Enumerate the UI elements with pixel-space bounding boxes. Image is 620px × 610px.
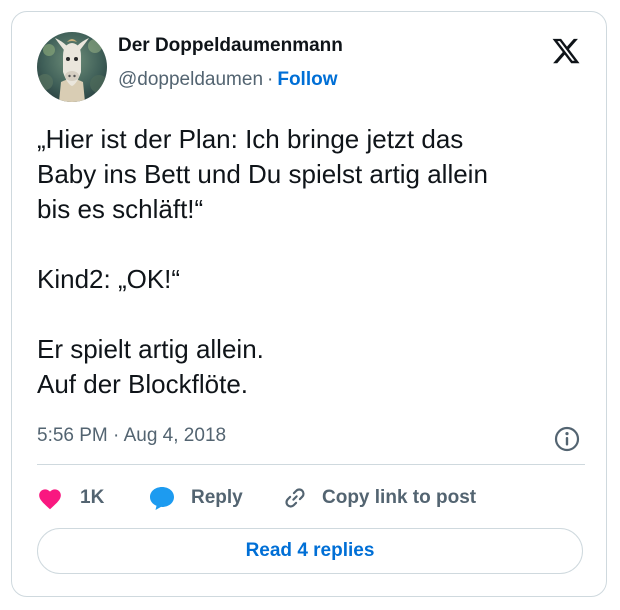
follow-link[interactable]: Follow: [277, 69, 337, 90]
x-logo-icon[interactable]: [551, 36, 581, 66]
tweet-timestamp[interactable]: 5:56 PM · Aug 4, 2018: [37, 425, 226, 447]
read-replies-button[interactable]: Read 4 replies: [37, 528, 583, 574]
read-replies-label: Read 4 replies: [245, 540, 375, 561]
like-button[interactable]: 1K: [37, 482, 104, 514]
divider: [37, 464, 585, 465]
link-icon: [285, 488, 305, 508]
author-handle[interactable]: @doppeldaumen: [118, 69, 263, 90]
action-bar: 1K Reply Copy link to post: [37, 482, 597, 514]
info-icon[interactable]: [553, 425, 581, 453]
like-count: 1K: [80, 487, 105, 508]
copy-link-label: Copy link to post: [322, 487, 477, 508]
copy-link-button[interactable]: Copy link to post: [282, 482, 476, 514]
author-handle-line: @doppeldaumen · Follow: [118, 69, 338, 91]
avatar-image: [37, 32, 107, 102]
author-name[interactable]: Der Doppeldaumenmann: [118, 35, 343, 57]
heart-icon: [39, 489, 61, 510]
separator-dot: ·: [267, 69, 274, 90]
tweet-text: „Hier ist der Plan: Ich bringe jetzt das…: [37, 124, 488, 399]
tweet-card: Der Doppeldaumenmann @doppeldaumen · Follo…: [11, 11, 607, 597]
reply-button[interactable]: Reply: [147, 482, 243, 514]
reply-label: Reply: [191, 487, 243, 508]
speech-bubble-icon: [150, 487, 174, 510]
avatar[interactable]: [37, 32, 107, 102]
